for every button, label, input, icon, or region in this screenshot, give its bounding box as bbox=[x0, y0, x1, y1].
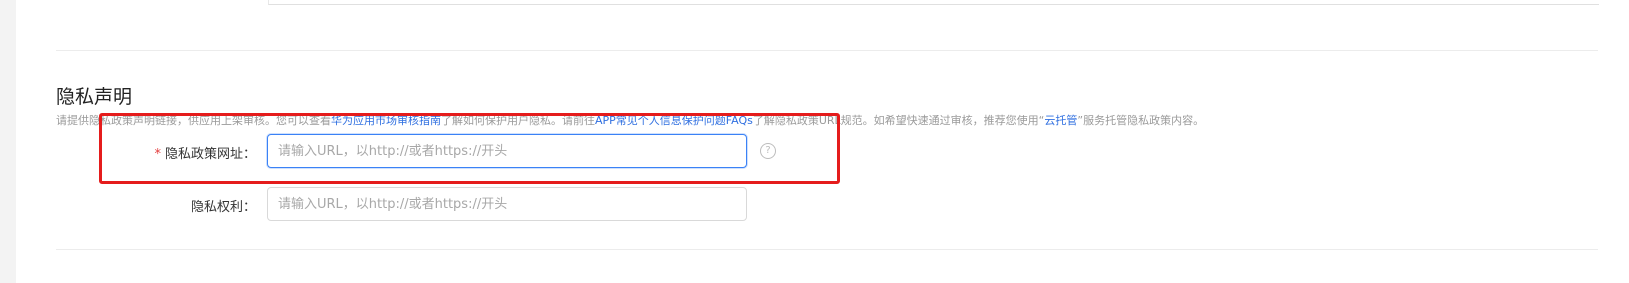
privacy-rights-input[interactable] bbox=[267, 187, 747, 221]
faq-link[interactable]: APP常见个人信息保护问题FAQs bbox=[595, 114, 753, 127]
section-description: 请提供隐私政策声明链接，供应用上架审核。您可以查看华为应用市场审核指南了解如何保… bbox=[56, 112, 1596, 128]
desc-text-2: 了解如何保护用户隐私。请前往 bbox=[441, 114, 595, 127]
cloud-hosting-link[interactable]: 云托管 bbox=[1044, 114, 1077, 127]
previous-field-box bbox=[268, 0, 1599, 5]
privacy-rights-row: 隐私权利： bbox=[0, 187, 900, 223]
desc-text-4: ”服务托管隐私政策内容。 bbox=[1077, 114, 1205, 127]
privacy-policy-url-label-text: 隐私政策网址： bbox=[164, 147, 256, 162]
privacy-policy-url-label: * 隐私政策网址： bbox=[154, 143, 256, 162]
section-divider-bottom bbox=[56, 249, 1598, 250]
desc-text-3: 了解隐私政策URL规范。如希望快速通过审核，推荐您使用“ bbox=[752, 114, 1045, 127]
required-mark: * bbox=[154, 147, 161, 162]
privacy-rights-label: 隐私权利： bbox=[190, 200, 256, 215]
help-icon[interactable]: ? bbox=[760, 143, 776, 159]
desc-text-1: 请提供隐私政策声明链接，供应用上架审核。您可以查看 bbox=[56, 114, 331, 127]
privacy-policy-url-input[interactable] bbox=[267, 134, 747, 168]
section-divider-top bbox=[56, 50, 1598, 51]
section-title: 隐私声明 bbox=[56, 86, 133, 108]
review-guide-link[interactable]: 华为应用市场审核指南 bbox=[331, 114, 441, 127]
privacy-policy-url-row: *隐私政策网址： ? bbox=[0, 134, 900, 170]
